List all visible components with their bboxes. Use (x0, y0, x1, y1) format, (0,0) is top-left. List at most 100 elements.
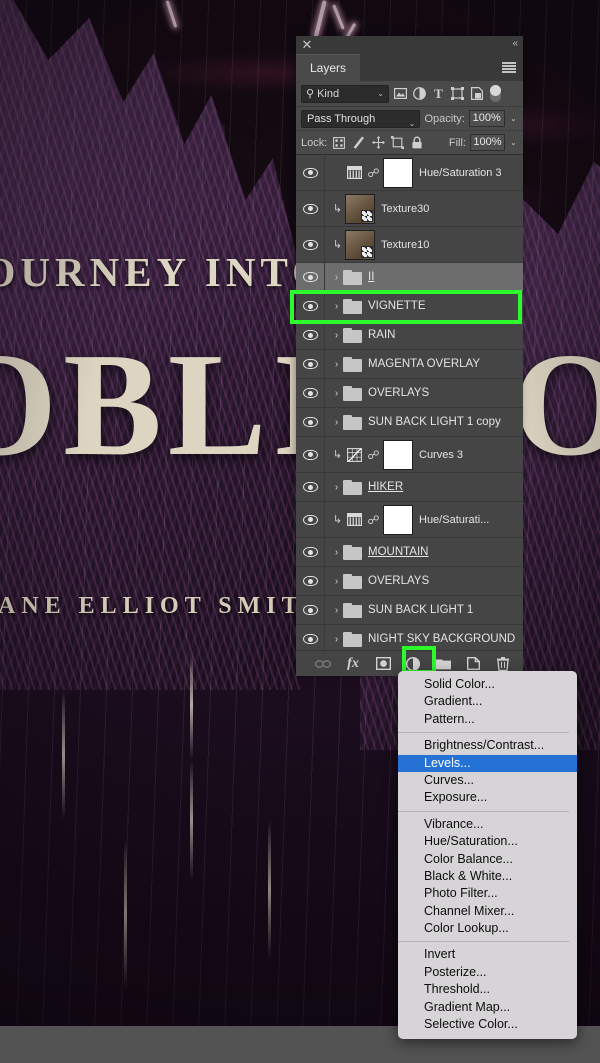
delete-layer-button[interactable] (495, 656, 511, 672)
layer-visibility-toggle[interactable] (296, 388, 324, 398)
layer-visibility-toggle[interactable] (296, 482, 324, 492)
add-layer-mask-button[interactable] (375, 656, 391, 672)
adjustment-icon[interactable] (345, 447, 363, 462)
menu-item[interactable]: Gradient... (398, 693, 577, 710)
layer-visibility-toggle[interactable] (296, 547, 324, 557)
layer-visibility-toggle[interactable] (296, 239, 324, 250)
tab-layers[interactable]: Layers (296, 54, 361, 81)
smartobject-filter-icon[interactable] (469, 86, 484, 102)
chevron-right-icon[interactable]: › (330, 634, 343, 645)
close-icon[interactable]: ✕ (300, 38, 314, 52)
menu-item[interactable]: Gradient Map... (398, 999, 577, 1016)
lock-all-icon[interactable] (409, 134, 425, 151)
chevron-right-icon[interactable]: › (330, 605, 343, 616)
layer-row[interactable]: ↳ Texture10 (296, 227, 523, 263)
layer-row[interactable]: › VIGNETTE (296, 292, 523, 321)
chevron-right-icon[interactable]: › (330, 576, 343, 587)
shape-filter-icon[interactable] (450, 86, 465, 102)
menu-item[interactable]: Solid Color... (398, 676, 577, 693)
layer-row[interactable]: ↳ ☍ Hue/Saturati... (296, 502, 523, 538)
chevron-right-icon[interactable]: › (330, 388, 343, 399)
layer-visibility-toggle[interactable] (296, 203, 324, 214)
menu-item[interactable]: Threshold... (398, 981, 577, 998)
chevron-right-icon[interactable]: › (330, 301, 343, 312)
layer-visibility-toggle[interactable] (296, 576, 324, 586)
menu-item[interactable]: Black & White... (398, 868, 577, 885)
layer-visibility-toggle[interactable] (296, 605, 324, 615)
menu-item[interactable]: Exposure... (398, 789, 577, 806)
layer-styles-button[interactable]: fx (345, 656, 361, 672)
menu-item[interactable]: Channel Mixer... (398, 903, 577, 920)
panel-menu-icon[interactable] (502, 62, 516, 73)
blend-mode-select[interactable]: Pass Through ⌄ (301, 109, 421, 128)
layer-visibility-toggle[interactable] (296, 359, 324, 369)
chevron-right-icon[interactable]: › (330, 330, 343, 341)
layer-row[interactable]: ↳ Texture30 (296, 191, 523, 227)
layer-row[interactable]: › OVERLAYS (296, 379, 523, 408)
layer-visibility-toggle[interactable] (296, 417, 324, 427)
lock-artboard-icon[interactable] (390, 134, 406, 151)
type-filter-icon[interactable]: T (431, 86, 446, 102)
layer-visibility-toggle[interactable] (296, 167, 324, 178)
layer-row[interactable]: › SUN BACK LIGHT 1 (296, 596, 523, 625)
layer-row[interactable]: ☍ Hue/Saturation 3 (296, 155, 523, 191)
filter-kind-select[interactable]: ⚲ Kind ⌄ (301, 84, 389, 103)
layer-row[interactable]: › MAGENTA OVERLAY (296, 350, 523, 379)
adjustment-icon[interactable] (345, 165, 363, 180)
layer-row[interactable]: › MOUNTAIN (296, 538, 523, 567)
menu-item[interactable]: Hue/Saturation... (398, 833, 577, 850)
layers-panel[interactable]: ✕ « Layers ⚲ Kind ⌄ T Pass Through ⌄ Opa… (290, 36, 523, 676)
link-mask-icon[interactable]: ☍ (367, 448, 380, 462)
opacity-chevron-down-icon[interactable]: ⌄ (509, 114, 518, 123)
menu-item[interactable]: Levels... (398, 754, 577, 772)
layer-visibility-toggle[interactable] (296, 514, 324, 525)
fill-chevron-down-icon[interactable]: ⌄ (509, 138, 518, 147)
chevron-right-icon[interactable]: › (330, 272, 343, 283)
collapse-panel-icon[interactable]: « (512, 38, 518, 49)
new-group-button[interactable] (435, 656, 451, 672)
menu-item[interactable]: Posterize... (398, 964, 577, 981)
link-mask-icon[interactable]: ☍ (367, 166, 380, 180)
menu-item[interactable]: Color Lookup... (398, 920, 577, 937)
new-adjustment-layer-menu[interactable]: Solid Color... Gradient... Pattern... Brigh… (398, 671, 577, 1040)
layer-mask-thumbnail[interactable] (383, 504, 413, 535)
chevron-right-icon[interactable]: › (330, 482, 343, 493)
new-layer-button[interactable] (465, 656, 481, 672)
layer-visibility-toggle[interactable] (296, 272, 324, 282)
lock-transparency-icon[interactable] (331, 134, 347, 151)
menu-item[interactable]: Vibrance... (398, 816, 577, 833)
chevron-right-icon[interactable]: › (330, 417, 343, 428)
lock-image-icon[interactable] (351, 134, 367, 151)
menu-item[interactable]: Invert (398, 946, 577, 963)
layer-row[interactable]: › OVERLAYS (296, 567, 523, 596)
menu-item[interactable]: Brightness/Contrast... (398, 737, 577, 754)
layer-row[interactable]: › HIKER (296, 473, 523, 502)
lock-position-icon[interactable] (370, 134, 386, 151)
opacity-input[interactable]: 100% (468, 110, 505, 127)
layer-mask-thumbnail[interactable] (383, 439, 413, 470)
menu-item[interactable]: Curves... (398, 772, 577, 789)
layer-thumbnail[interactable] (345, 229, 375, 260)
filter-enable-toggle[interactable] (490, 85, 501, 102)
layer-thumbnail[interactable] (345, 193, 375, 224)
layer-row[interactable]: › II (296, 263, 523, 292)
chevron-right-icon[interactable]: › (330, 547, 343, 558)
chevron-right-icon[interactable]: › (330, 359, 343, 370)
layer-visibility-toggle[interactable] (296, 449, 324, 460)
menu-item[interactable]: Color Balance... (398, 851, 577, 868)
layer-row[interactable]: ↳ ☍ Curves 3 (296, 437, 523, 473)
layer-mask-thumbnail[interactable] (383, 157, 413, 188)
menu-item[interactable]: Selective Color... (398, 1016, 577, 1033)
menu-item[interactable]: Pattern... (398, 711, 577, 728)
menu-item[interactable]: Photo Filter... (398, 885, 577, 902)
new-adjustment-layer-button[interactable] (405, 656, 421, 672)
fill-input[interactable]: 100% (469, 134, 505, 151)
pixel-filter-icon[interactable] (393, 86, 408, 102)
adjustment-icon[interactable] (345, 512, 363, 527)
link-mask-icon[interactable]: ☍ (367, 513, 380, 527)
adjustment-filter-icon[interactable] (412, 86, 427, 102)
layer-visibility-toggle[interactable] (296, 634, 324, 644)
layer-row[interactable]: › RAIN (296, 321, 523, 350)
layer-visibility-toggle[interactable] (296, 301, 324, 311)
layer-visibility-toggle[interactable] (296, 330, 324, 340)
